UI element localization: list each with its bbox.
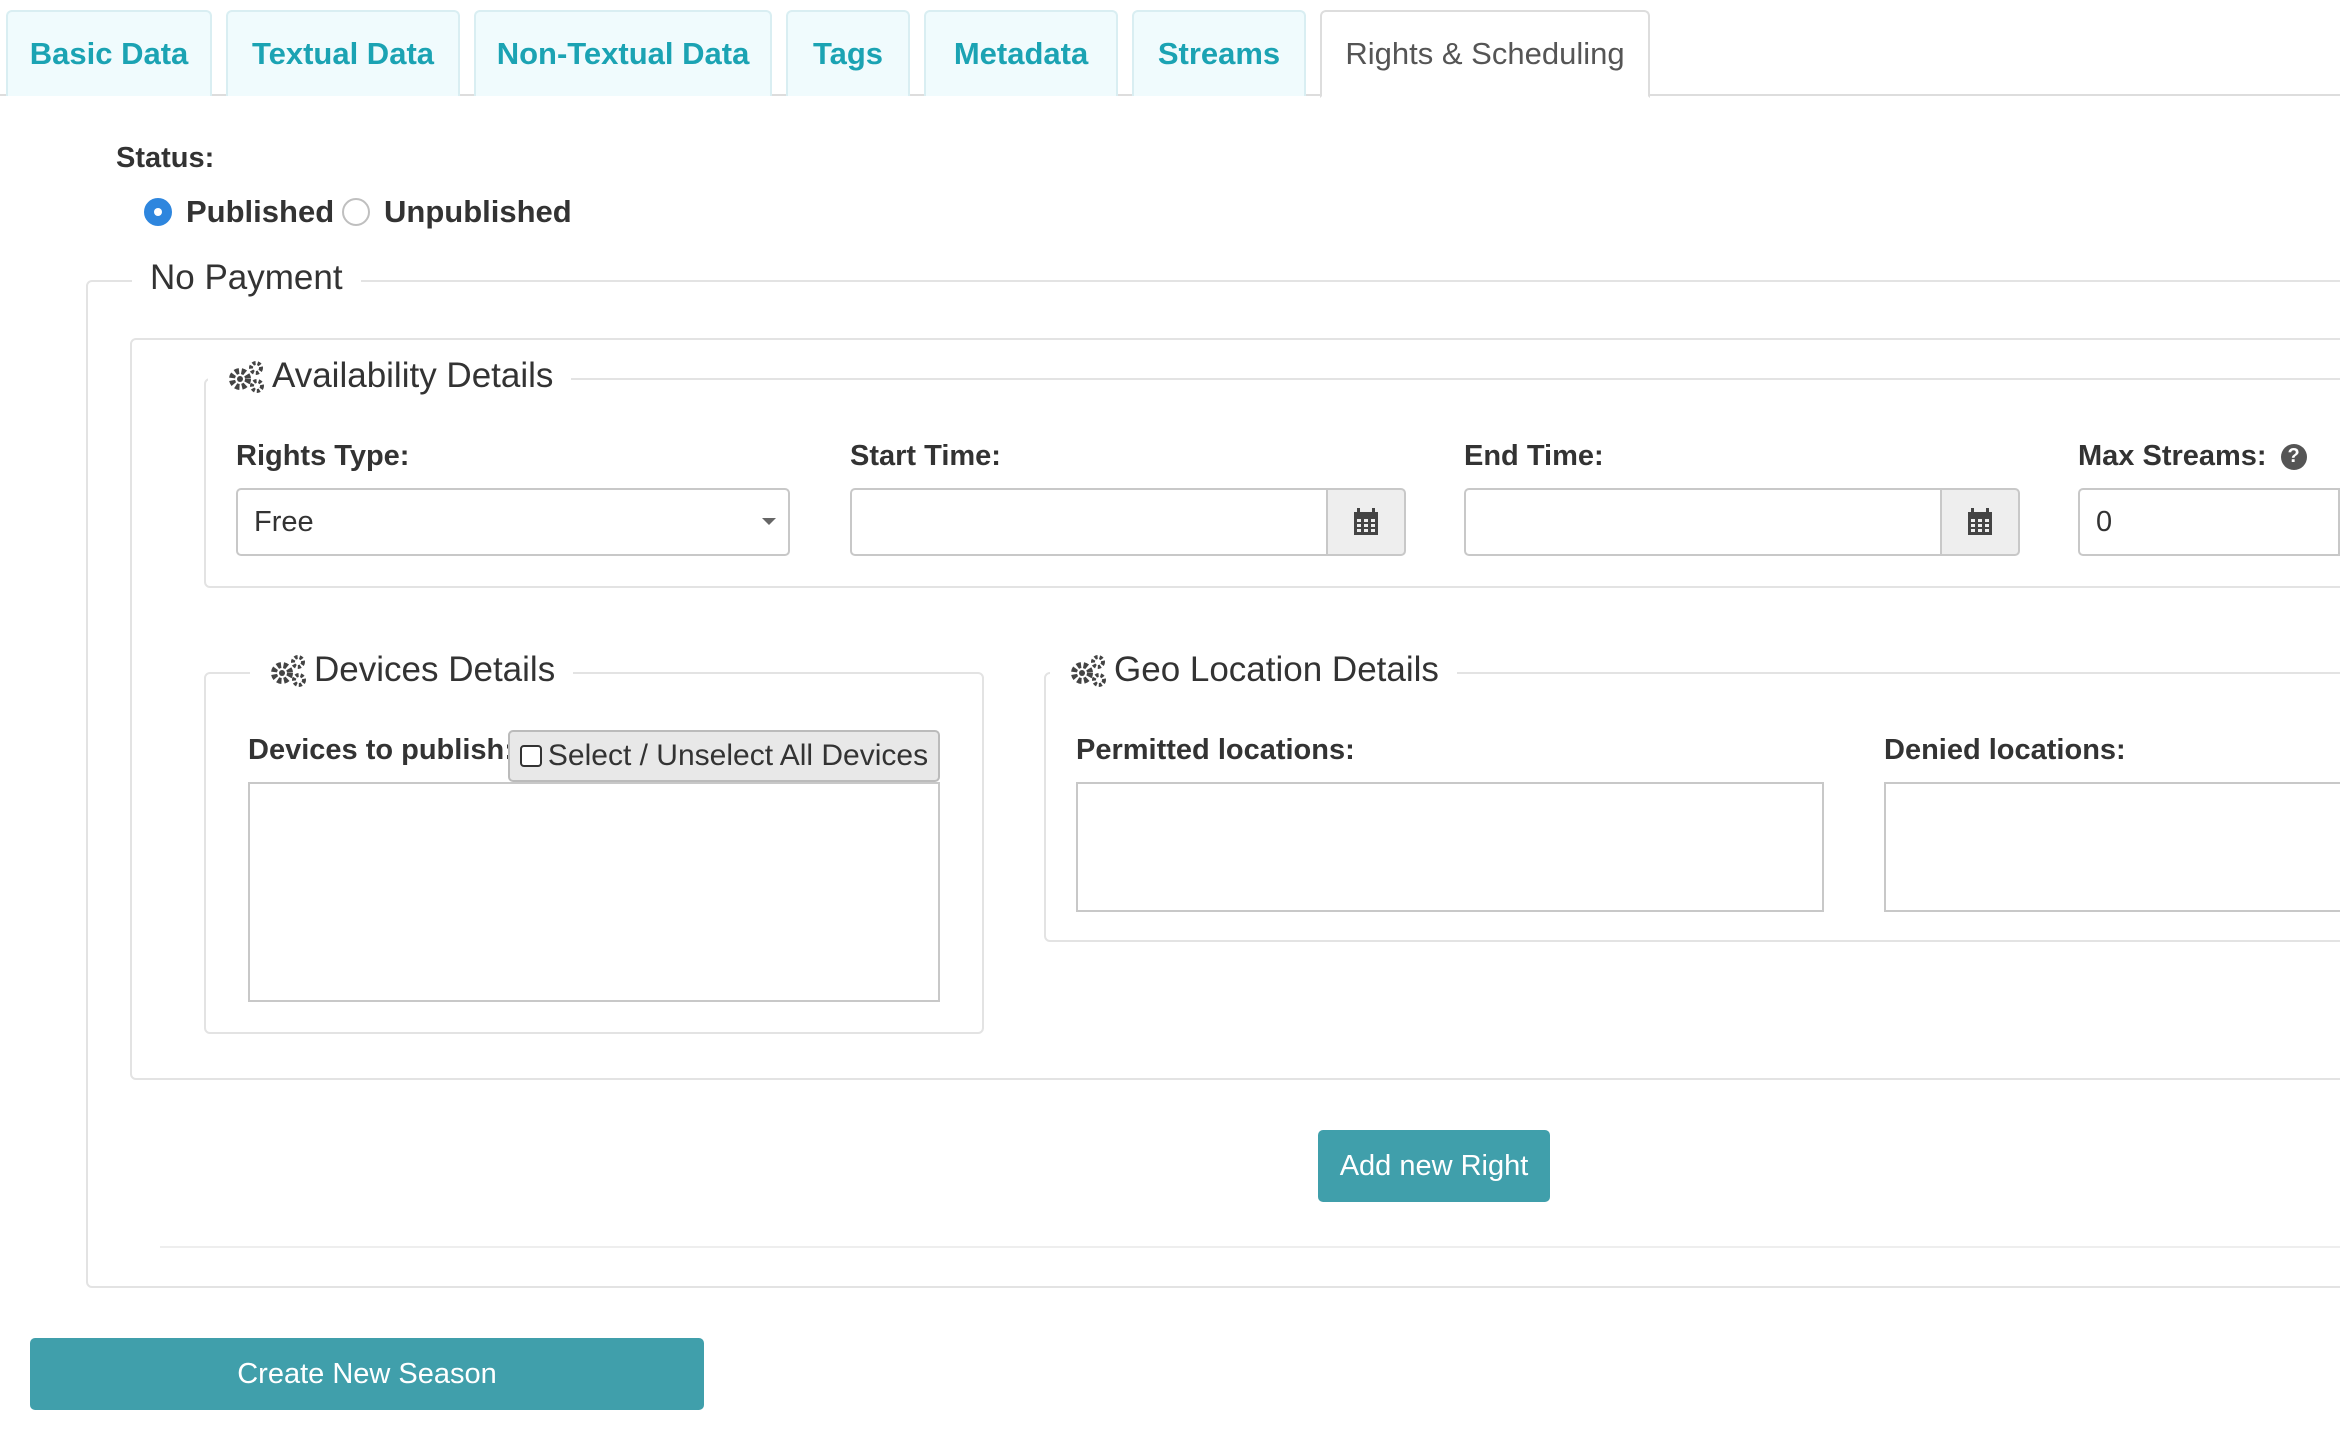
payment-legend-text: No Payment bbox=[150, 258, 343, 297]
tab-rights-scheduling[interactable]: Rights & Scheduling bbox=[1320, 10, 1650, 98]
max-streams-label: Max Streams: bbox=[2078, 440, 2267, 472]
tab-label: Metadata bbox=[953, 36, 1089, 71]
select-all-devices-button[interactable]: Select / Unselect All Devices bbox=[508, 730, 940, 782]
end-time-calendar-button[interactable] bbox=[1940, 488, 2020, 556]
caret-down-icon bbox=[762, 518, 776, 525]
radio-published[interactable] bbox=[144, 198, 172, 226]
geo-legend-text: Geo Location Details bbox=[1114, 650, 1439, 689]
tab-label: Tags bbox=[812, 36, 884, 71]
gears-icon bbox=[271, 655, 306, 687]
tab-tags[interactable]: Tags bbox=[786, 10, 910, 96]
end-time-input[interactable] bbox=[1464, 488, 1942, 556]
tab-label: Basic Data bbox=[29, 36, 189, 71]
denied-locations-label: Denied locations: bbox=[1884, 734, 2126, 766]
rights-type-select[interactable]: Free bbox=[236, 488, 790, 556]
radio-published-label[interactable]: Published bbox=[186, 194, 334, 230]
permitted-locations-input[interactable] bbox=[1076, 782, 1824, 912]
devices-list[interactable] bbox=[248, 782, 940, 1002]
tab-label: Rights & Scheduling bbox=[1345, 36, 1625, 71]
tab-metadata[interactable]: Metadata bbox=[924, 10, 1118, 96]
divider bbox=[160, 1246, 2340, 1248]
tab-label: Streams bbox=[1157, 36, 1281, 71]
select-all-devices-label: Select / Unselect All Devices bbox=[547, 739, 929, 772]
create-new-season-button[interactable]: Create New Season bbox=[30, 1338, 704, 1410]
permitted-locations-label: Permitted locations: bbox=[1076, 734, 1355, 766]
availability-legend-text: Availability Details bbox=[272, 356, 554, 395]
denied-locations-input[interactable] bbox=[1884, 782, 2340, 912]
radio-unpublished-label[interactable]: Unpublished bbox=[384, 194, 572, 230]
create-new-season-label: Create New Season bbox=[237, 1357, 497, 1390]
add-new-right-label: Add new Right bbox=[1339, 1149, 1529, 1182]
start-time-input[interactable] bbox=[850, 488, 1328, 556]
start-time-calendar-button[interactable] bbox=[1326, 488, 1406, 556]
status-label: Status: bbox=[116, 142, 215, 174]
rights-type-value: Free bbox=[254, 505, 314, 538]
radio-unpublished[interactable] bbox=[342, 198, 370, 226]
availability-fieldset bbox=[204, 378, 2340, 588]
tab-non-textual-data[interactable]: Non-Textual Data bbox=[474, 10, 772, 96]
tab-bar: Basic Data Textual Data Non-Textual Data… bbox=[0, 0, 2340, 98]
gears-icon bbox=[229, 361, 264, 393]
end-time-label: End Time: bbox=[1464, 440, 1604, 472]
devices-legend: Devices Details bbox=[250, 650, 574, 690]
tab-streams[interactable]: Streams bbox=[1132, 10, 1306, 96]
tab-textual-data[interactable]: Textual Data bbox=[226, 10, 460, 96]
devices-legend-text: Devices Details bbox=[314, 650, 556, 689]
rights-type-label: Rights Type: bbox=[236, 440, 410, 472]
devices-to-publish-label: Devices to publish: bbox=[248, 734, 514, 766]
gears-icon bbox=[1071, 655, 1106, 687]
start-time-label: Start Time: bbox=[850, 440, 1001, 472]
tab-label: Textual Data bbox=[251, 36, 435, 71]
question-circle-icon[interactable]: ? bbox=[2280, 443, 2307, 470]
tab-basic-data[interactable]: Basic Data bbox=[6, 10, 212, 96]
tab-label: Non-Textual Data bbox=[496, 36, 750, 71]
calendar-icon bbox=[1968, 508, 1992, 535]
max-streams-value: 0 bbox=[2096, 505, 2113, 538]
availability-legend: Availability Details bbox=[208, 356, 572, 396]
geo-legend: Geo Location Details bbox=[1050, 650, 1457, 690]
max-streams-label-row: Max Streams: ? bbox=[2078, 440, 2307, 473]
checkbox-icon bbox=[519, 745, 542, 767]
add-new-right-button[interactable]: Add new Right bbox=[1318, 1130, 1550, 1202]
payment-legend: No Payment bbox=[132, 258, 361, 298]
max-streams-input[interactable]: 0 bbox=[2078, 488, 2340, 556]
calendar-icon bbox=[1354, 508, 1378, 535]
